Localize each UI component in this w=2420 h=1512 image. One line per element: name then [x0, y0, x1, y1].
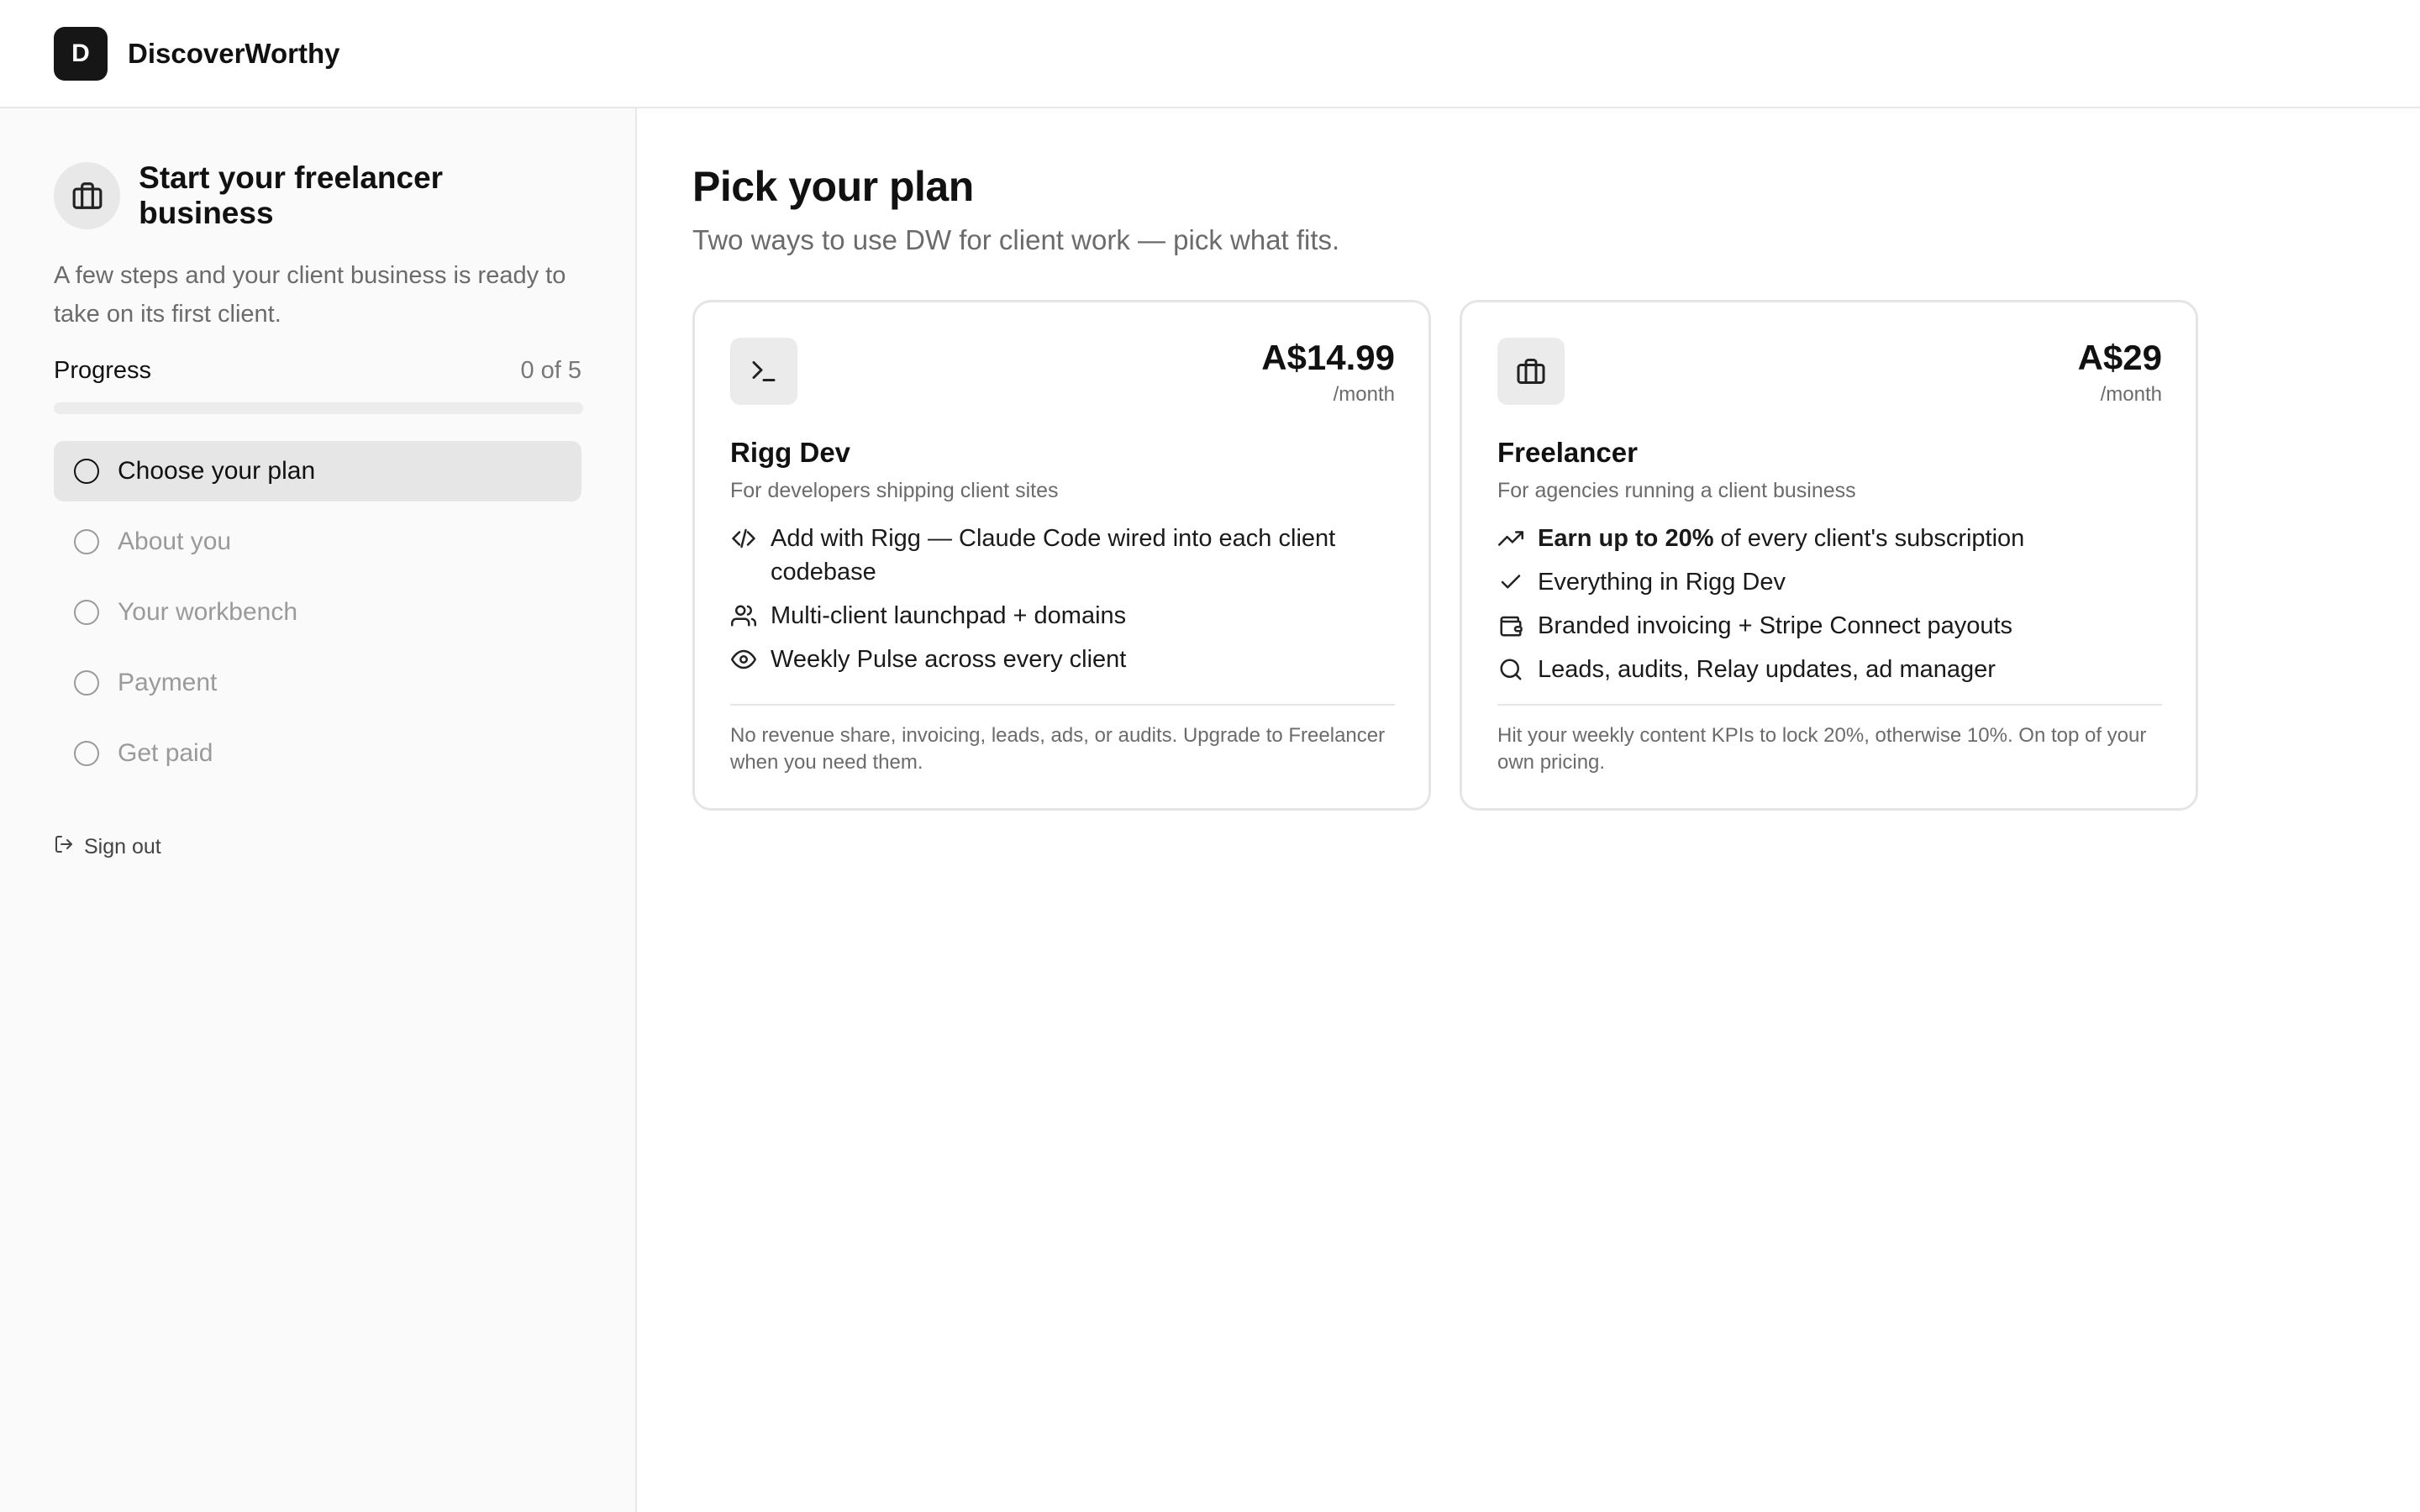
plan-name: Freelancer [1497, 437, 1638, 468]
step-label: Get paid [118, 739, 213, 767]
feature-text: Everything in Rigg Dev [1538, 565, 1786, 599]
log-out-icon [54, 834, 74, 860]
page-title: Pick your plan [692, 163, 974, 210]
check-icon [1497, 565, 1524, 599]
brand-logo[interactable]: D [54, 26, 108, 81]
feature-item: Leads, audits, Relay updates, ad manager [1497, 653, 2162, 686]
step-label: Your workbench [118, 598, 298, 626]
step-status-circle-icon [74, 600, 99, 625]
card-divider [730, 704, 1395, 706]
step-label: Payment [118, 669, 218, 696]
briefcase-icon [1497, 338, 1565, 405]
feature-item: Weekly Pulse across every client [730, 643, 1395, 676]
terminal-icon [730, 338, 797, 405]
sidebar-description: A few steps and your client business is … [54, 262, 566, 328]
plan-name: Rigg Dev [730, 437, 851, 468]
trending-up-icon [1497, 522, 1524, 555]
search-icon [1497, 653, 1524, 686]
card-divider [1497, 704, 2162, 706]
step-label: About you [118, 528, 232, 555]
progress-count: 0 of 5 [520, 356, 581, 384]
feature-item: Branded invoicing + Stripe Connect payou… [1497, 609, 2162, 643]
plan-period: /month [1333, 383, 1395, 406]
feature-item: Multi-client launchpad + domains [730, 599, 1395, 633]
plan-price: A$29 [2077, 338, 2162, 377]
step-payment[interactable]: Payment [54, 653, 581, 713]
feature-text: Weekly Pulse across every client [771, 643, 1126, 676]
progress-label: Progress [54, 356, 152, 384]
feature-body: Multi-client launchpad + domains [771, 602, 1127, 629]
price-block: A$14.99/month [1261, 338, 1395, 407]
step-your-workbench[interactable]: Your workbench [54, 582, 581, 643]
feature-text: Leads, audits, Relay updates, ad manager [1538, 653, 1996, 686]
sign-out-link[interactable]: Sign out [54, 834, 581, 860]
feature-item: Everything in Rigg Dev [1497, 565, 2162, 599]
card-header: A$29/month [1497, 338, 2162, 415]
feature-body: Leads, audits, Relay updates, ad manager [1538, 656, 1996, 683]
feature-list: Add with Rigg — Claude Code wired into e… [730, 522, 1395, 676]
feature-highlight: Earn up to 20% [1538, 525, 1714, 552]
progress-bar [54, 402, 583, 414]
feature-text: Branded invoicing + Stripe Connect payou… [1538, 609, 2012, 643]
plan-picker: Pick your plan Two ways to use DW for cl… [692, 108, 2373, 811]
plan-footnote: No revenue share, invoicing, leads, ads,… [730, 724, 1386, 774]
eye-icon [730, 643, 757, 676]
feature-item: Add with Rigg — Claude Code wired into e… [730, 522, 1395, 589]
step-status-circle-icon [74, 459, 99, 484]
feature-item: Earn up to 20% of every client's subscri… [1497, 522, 2162, 555]
page-subtitle: Two ways to use DW for client work — pic… [692, 224, 1340, 255]
briefcase-icon [54, 162, 121, 229]
plan-footnote: Hit your weekly content KPIs to lock 20%… [1497, 724, 2147, 774]
progress-header: Progress 0 of 5 [54, 354, 581, 387]
price-block: A$29/month [2078, 338, 2162, 407]
plan-card-freelancer[interactable]: A$29/month Freelancer For agencies running… [1460, 300, 2198, 811]
plan-card-rigg-dev[interactable]: A$14.99/month Rigg Dev For developers ship… [692, 300, 1431, 811]
plan-description: For agencies running a client business [1497, 479, 1856, 502]
step-choose-your-plan[interactable]: Choose your plan [54, 441, 581, 501]
sidebar-header: Start your freelancer business [54, 160, 581, 230]
step-status-circle-icon [74, 670, 99, 696]
feature-text: Multi-client launchpad + domains [771, 599, 1126, 633]
step-about-you[interactable]: About you [54, 512, 581, 572]
brand-name[interactable]: DiscoverWorthy [128, 38, 339, 70]
card-header: A$14.99/month [730, 338, 1395, 415]
feature-body: Weekly Pulse across every client [771, 646, 1127, 673]
onboarding-sidebar: Start your freelancer business A few ste… [0, 108, 637, 1512]
plan-cards: A$14.99/month Rigg Dev For developers ship… [692, 300, 2373, 811]
code-icon [730, 522, 757, 555]
plan-period: /month [2100, 383, 2162, 406]
users-icon [730, 599, 757, 633]
plan-description: For developers shipping client sites [730, 479, 1059, 502]
feature-list: Earn up to 20% of every client's subscri… [1497, 522, 2162, 686]
feature-body: Branded invoicing + Stripe Connect payou… [1538, 612, 2013, 639]
sidebar-title: Start your freelancer business [139, 160, 444, 230]
feature-text: Add with Rigg — Claude Code wired into e… [771, 522, 1395, 589]
wallet-icon [1497, 609, 1524, 643]
feature-text: Earn up to 20% of every client's subscri… [1538, 522, 2024, 555]
step-list: Choose your plan About you Your workbench P… [54, 441, 581, 784]
step-get-paid[interactable]: Get paid [54, 723, 581, 784]
step-label: Choose your plan [118, 457, 316, 485]
sign-out-label: Sign out [84, 835, 161, 858]
step-status-circle-icon [74, 741, 99, 766]
step-status-circle-icon [74, 529, 99, 554]
feature-body: of every client's subscription [1713, 525, 2025, 552]
plan-price: A$14.99 [1261, 338, 1395, 377]
feature-body: Everything in Rigg Dev [1538, 569, 1786, 596]
feature-body: Add with Rigg — Claude Code wired into e… [771, 525, 1336, 585]
top-bar: D DiscoverWorthy [0, 0, 2420, 108]
